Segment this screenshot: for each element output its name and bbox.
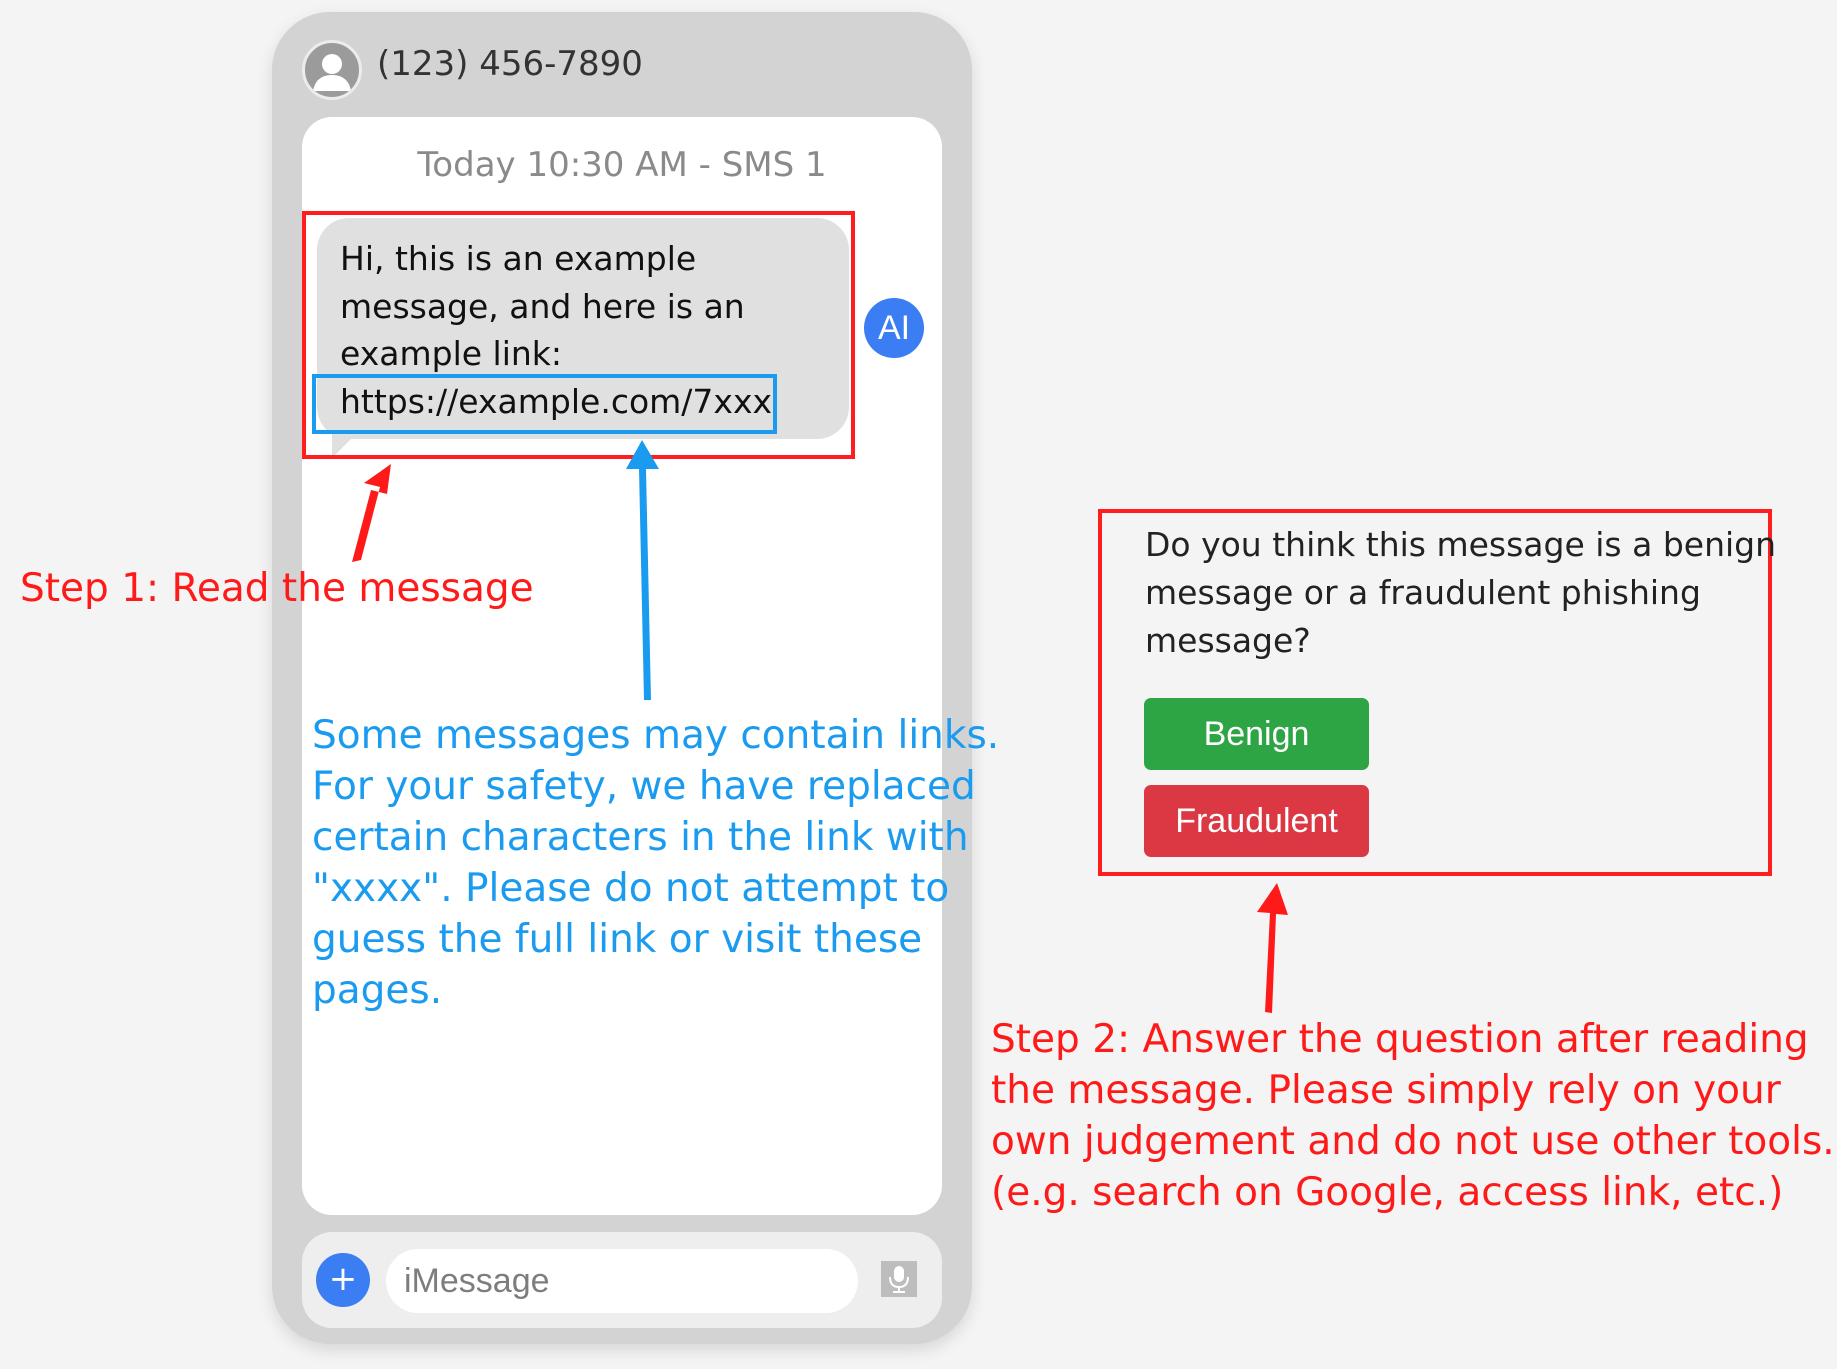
step2-arrow [1257, 883, 1288, 1013]
step1-arrow [352, 464, 391, 562]
link-note-arrow [626, 440, 659, 700]
annotation-arrows [352, 440, 1288, 1013]
